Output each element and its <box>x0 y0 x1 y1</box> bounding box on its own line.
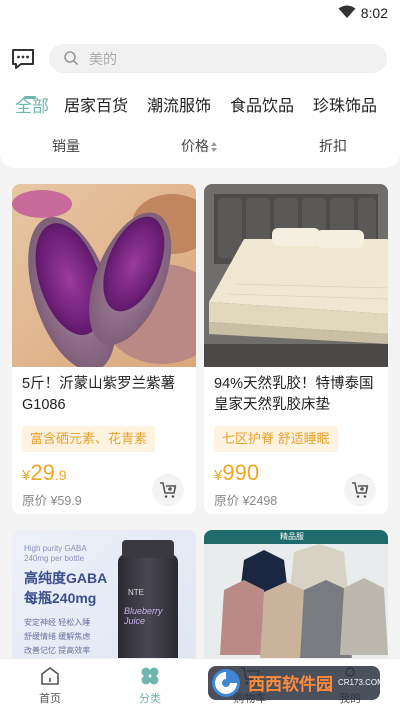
product-tag: 七区护脊 舒适睡眠 <box>214 426 338 452</box>
sort-price[interactable]: 价格 <box>181 136 217 156</box>
product-price: ¥29.9 <box>22 460 67 486</box>
tab-food[interactable]: 食品饮品 <box>230 92 294 116</box>
gaba-features: 安定神经 轻松入睡 舒缓情绪 缓解焦虑 改善记忆 提高效率 <box>24 616 90 658</box>
add-cart-icon <box>352 482 369 498</box>
sort-sales[interactable]: 销量 <box>52 136 80 156</box>
sort-price-label: 价格 <box>181 138 209 154</box>
wifi-icon <box>338 5 356 24</box>
category-tabs: 全部 居家百货 潮流服饰 食品饮品 珍珠饰品 <box>0 92 400 122</box>
sort-bar: 销量 价格 折扣 <box>0 136 400 160</box>
headline-2: 每瓶240mg <box>24 590 97 606</box>
add-to-cart-button[interactable] <box>344 474 376 506</box>
watermark-url: CR173.COM <box>338 678 384 687</box>
tab-fashion[interactable]: 潮流服饰 <box>147 92 211 116</box>
nav-home[interactable]: 首页 <box>20 665 80 706</box>
clock: 8:02 <box>360 5 388 21</box>
search-icon <box>63 50 79 71</box>
tab-indicator <box>24 96 36 99</box>
product-price: ¥990 <box>214 460 259 486</box>
feature-2: 舒缓情绪 缓解焦虑 <box>24 632 91 641</box>
tab-pearl[interactable]: 珍珠饰品 <box>313 92 377 116</box>
search-bar[interactable] <box>49 44 387 73</box>
product-image <box>204 184 388 367</box>
headline-1: 高纯度GABA <box>24 570 108 586</box>
category-icon <box>139 665 161 687</box>
nav-category-label: 分类 <box>139 693 161 705</box>
tab-home-goods[interactable]: 居家百货 <box>64 92 128 116</box>
gaba-small-text: High purity GABA 240mg per bottle <box>24 544 87 564</box>
product-image <box>12 184 196 367</box>
search-input[interactable] <box>89 48 369 69</box>
nav-category[interactable]: 分类 <box>120 665 180 706</box>
gaba-headline: 高纯度GABA 每瓶240mg <box>24 568 107 608</box>
product-card[interactable]: 94%天然乳胶！特博泰国皇家天然乳胶床垫 七区护脊 舒适睡眠 ¥990 原价 ¥… <box>204 184 388 514</box>
add-cart-icon <box>160 482 177 498</box>
sort-discount[interactable]: 折扣 <box>319 136 347 156</box>
add-to-cart-button[interactable] <box>152 474 184 506</box>
product-title: 94%天然乳胶！特博泰国皇家天然乳胶床垫 <box>214 376 374 413</box>
original-price: 原价 ¥2498 <box>214 494 278 508</box>
watermark-logo: 西西软件园 CR173.COM <box>204 660 384 704</box>
product-card[interactable]: 5斤！沂蒙山紫罗兰紫薯G1086 富含硒元素、花青素 ¥29.9 原价 ¥59.… <box>12 184 196 514</box>
price-integer: 990 <box>222 460 260 485</box>
product-tag: 富含硒元素、花青素 <box>22 426 156 452</box>
price-decimal: .9 <box>54 467 67 483</box>
bottle-image: NTE Blueberry Juice <box>118 540 178 670</box>
watermark-text: 西西软件园 <box>248 675 333 694</box>
feature-3: 改善记忆 提高效率 <box>24 646 91 655</box>
bottle-brand: NTE <box>128 588 144 597</box>
sort-arrows-icon <box>211 139 217 155</box>
bottle-label: Blueberry Juice <box>124 606 163 626</box>
banner-text: 精品服 <box>280 532 304 541</box>
small-line-1: High purity GABA <box>24 544 87 553</box>
original-price: 原价 ¥59.9 <box>22 494 82 508</box>
price-integer: 29 <box>30 460 55 485</box>
product-card[interactable]: 精品服 <box>204 530 388 670</box>
feature-1: 安定神经 轻松入睡 <box>24 618 91 627</box>
small-line-2: 240mg per bottle <box>24 554 85 563</box>
product-title: 5斤！沂蒙山紫罗兰紫薯G1086 <box>22 376 176 413</box>
product-image: 精品服 <box>204 530 388 670</box>
status-bar: 8:02 <box>0 0 400 26</box>
product-card[interactable]: High purity GABA 240mg per bottle 高纯度GABA… <box>12 530 196 670</box>
bottle-cap <box>122 540 174 558</box>
nav-home-label: 首页 <box>39 693 61 705</box>
chat-icon[interactable] <box>10 47 36 71</box>
product-image: High purity GABA 240mg per bottle 高纯度GABA… <box>12 530 196 670</box>
home-icon <box>39 665 61 687</box>
